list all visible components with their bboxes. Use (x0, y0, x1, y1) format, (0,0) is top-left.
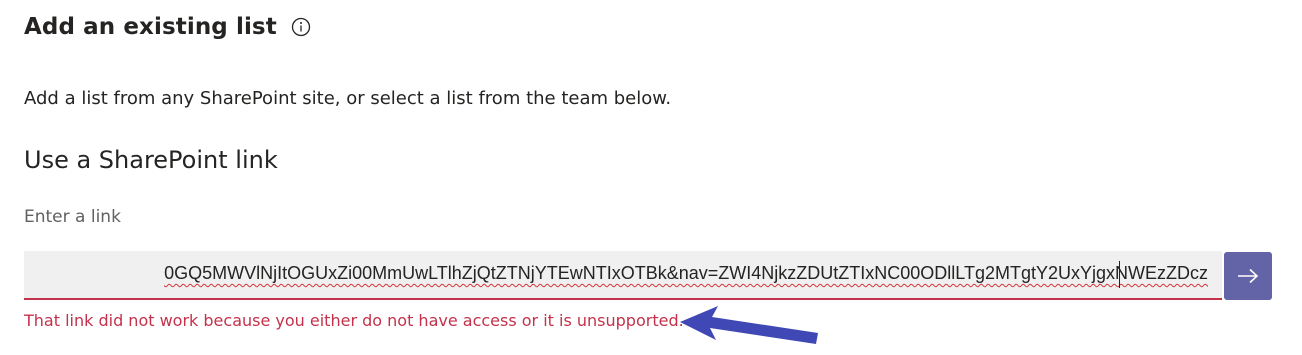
description-text: Add a list from any SharePoint site, or … (24, 88, 672, 109)
page-title: Add an existing list (24, 14, 277, 40)
annotation-arrow-icon (680, 306, 818, 344)
info-icon[interactable] (291, 17, 311, 37)
add-existing-list-panel: Add an existing list Add a list from any… (0, 0, 1302, 355)
title-row: Add an existing list (24, 14, 311, 40)
section-title: Use a SharePoint link (24, 146, 278, 174)
submit-link-button[interactable] (1224, 252, 1272, 300)
sharepoint-link-input[interactable]: 0GQ5MWVlNjItOGUxZi00MmUwLTlhZjQtZTNjYTEw… (24, 251, 1222, 300)
error-message: That link did not work because you eithe… (24, 311, 684, 330)
link-field-label: Enter a link (24, 207, 121, 227)
link-input-value[interactable]: 0GQ5MWVlNjItOGUxZi00MmUwLTlhZjQtZTNjYTEw… (164, 263, 1208, 284)
text-caret (1119, 261, 1120, 288)
arrow-right-icon (1238, 268, 1259, 284)
